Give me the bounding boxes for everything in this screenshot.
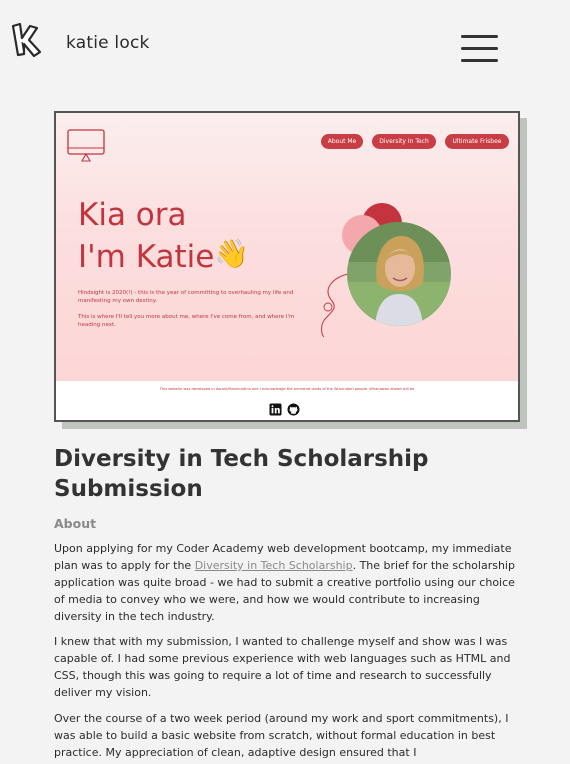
diversity-scholarship-link[interactable]: Diversity in Tech Scholarship — [195, 559, 353, 572]
paragraph-3: Over the course of a two week period (ar… — [54, 712, 509, 759]
paragraph-1: Upon applying for my Coder Academy web d… — [54, 540, 516, 625]
nav-diversity-in-tech[interactable]: Diversity In Tech — [372, 134, 436, 149]
hero-heading-line2: I'm Katie — [78, 239, 215, 275]
site-name[interactable]: katie lock — [66, 33, 150, 53]
k-logo-icon[interactable] — [10, 22, 48, 58]
nav-about-me[interactable]: About Me — [321, 134, 363, 149]
section-heading-about: About — [54, 516, 97, 531]
paragraph-2: I knew that with my submission, I wanted… — [54, 635, 511, 699]
profile-photo — [347, 222, 451, 326]
monitor-icon — [67, 129, 105, 162]
screenshot-footer-text: This website was developed in Aoraki/Mau… — [159, 387, 415, 391]
wave-emoji-icon: 👋 — [214, 237, 249, 270]
nav-ultimate-frisbee[interactable]: Ultimate Frisbee — [445, 134, 509, 149]
linkedin-icon[interactable] — [269, 403, 282, 416]
hero-heading-line1: Kia ora — [78, 197, 187, 233]
article-title: Diversity in Tech Scholarship Submission — [54, 446, 429, 502]
project-screenshot: About Me Diversity In Tech Ultimate Fris… — [54, 111, 520, 422]
hero-section: About Me Diversity In Tech Ultimate Fris… — [56, 113, 518, 381]
hero-intro-1: Hindsight is 2020(!) - this is the year … — [78, 290, 294, 304]
hamburger-menu-button[interactable] — [461, 35, 499, 63]
hero-intro-2: This is where I'll tell you more about m… — [78, 314, 295, 328]
github-icon[interactable] — [287, 403, 300, 416]
